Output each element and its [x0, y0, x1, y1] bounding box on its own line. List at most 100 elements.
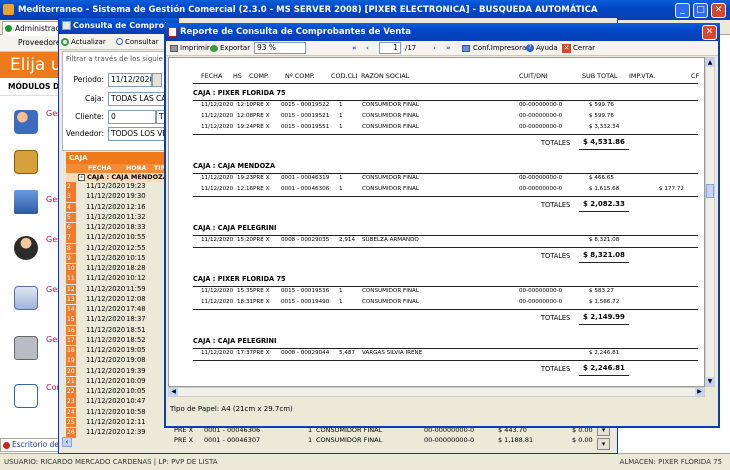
module-control[interactable]: Con	[6, 378, 66, 418]
help-icon: ?	[526, 44, 534, 52]
cell-total: $ 1,188.81	[498, 436, 534, 444]
table-row[interactable]: 16 11/12/2020 18:51	[66, 325, 168, 335]
expand-icon[interactable]: -	[78, 174, 85, 181]
table-row[interactable]: 13 11/12/2020 12:08	[66, 294, 168, 305]
table-row[interactable]: 25 11/12/2020 12:11	[66, 417, 168, 428]
conf-impresora-button[interactable]: Conf.Impresora	[462, 41, 526, 56]
scroll-up-arrow[interactable]: ▲	[706, 58, 714, 67]
table-row[interactable]: 23 11/12/2020 10:47	[66, 397, 168, 407]
module-proveedores[interactable]: Ges Pro	[6, 104, 68, 144]
cell-hora: 19:08	[126, 356, 146, 365]
module-inventario[interactable]	[6, 144, 66, 184]
totals-rule	[193, 360, 698, 361]
table-row[interactable]: 3 11/12/2020 19:30	[66, 192, 168, 202]
col-hora[interactable]: HORA	[126, 164, 146, 173]
report-vscrollbar[interactable]: ▲ ▼	[705, 57, 715, 387]
table-row[interactable]: 4 11/12/2020 12:16	[66, 202, 168, 212]
zoom-select[interactable]: 93 %	[254, 42, 306, 54]
cell-hora: 18:37	[126, 315, 146, 324]
report-header-row: FECHA HS COMP. Nº.COMP. COD.CLI RAZON SOCIAL C…	[169, 72, 704, 82]
scroll-left-arrow[interactable]: ◀	[169, 388, 178, 396]
section-total: $ 2,246.81	[583, 364, 625, 372]
table-row[interactable]: 7 11/12/2020 10:55	[66, 233, 168, 243]
col-fecha[interactable]: FECHA	[88, 164, 111, 173]
cliente-input[interactable]: 0	[108, 110, 156, 124]
prev-page-button[interactable]: ‹	[366, 41, 369, 56]
minimize-button[interactable]: _	[675, 3, 690, 18]
table-row[interactable]: 9 11/12/2020 10:15	[66, 253, 168, 264]
page-input[interactable]: 1	[379, 42, 401, 54]
grid-left-scroll[interactable]: ‹	[62, 437, 72, 447]
report-close-button[interactable]: ✕	[702, 25, 717, 40]
scroll-right-arrow[interactable]: ▶	[695, 388, 704, 396]
report-cell-ncomp: 0008 - 00029044	[281, 350, 330, 356]
cell-hora: 19:30	[126, 192, 146, 201]
table-row[interactable]: 17 11/12/2020 18:52	[66, 335, 168, 346]
table-row[interactable]: 20 11/12/2020 19:39	[66, 366, 168, 376]
scroll-down-arrow[interactable]: ▼	[706, 377, 714, 386]
report-row: 11/12/2020 15:35 PRE X 0015 - 00019536 1 CONS…	[169, 287, 689, 296]
imprimir-button[interactable]: Imprimir	[170, 41, 210, 56]
table-row[interactable]: 19 11/12/2020 19:08	[66, 356, 168, 366]
report-cell-ncomp: 0001 - 00046306	[281, 186, 330, 192]
cell-hora: 18:33	[126, 223, 146, 231]
module-seguridad[interactable]: Ges Seg	[6, 330, 68, 370]
caja-select[interactable]: TODAS LAS CAJA	[108, 92, 166, 106]
report-hscrollbar[interactable]: ◀ ▶	[168, 387, 705, 397]
cell-tipo: PRE X	[174, 436, 194, 444]
first-page-button[interactable]: «	[352, 41, 357, 56]
report-row: 11/12/2020 19:24 PRE X 0015 - 00019551 1 CONS…	[169, 123, 689, 132]
table-row[interactable]: 10 11/12/2020 18:28	[66, 264, 168, 274]
actualizar-button[interactable]: Actualizar	[59, 34, 109, 49]
maximize-button[interactable]: □	[693, 3, 708, 18]
row-number: 9	[66, 253, 76, 264]
report-row: 11/12/2020 12:16 PRE X 0001 - 00046306 1 CONS…	[169, 185, 689, 194]
table-row[interactable]: PRE X 0001 - 00046307 1 CONSUMIDOR FINAL 00-…	[168, 435, 608, 445]
cabinet-icon	[14, 286, 38, 310]
report-cell-fecha: 11/12/2020	[201, 237, 234, 243]
status-almacen: ALMACEN: PIXER FLORIDA 75	[619, 458, 722, 466]
consultar-button[interactable]: Consultar	[115, 34, 162, 49]
cerrar-button[interactable]: ✕ Cerrar	[562, 41, 595, 56]
module-caja[interactable]: Ges	[6, 184, 66, 224]
close-button[interactable]: ✕	[711, 3, 726, 18]
person-icon	[14, 236, 38, 260]
module-personal[interactable]: Ges Per	[6, 230, 68, 270]
table-row[interactable]: 5 11/12/2020 11:32	[66, 212, 168, 223]
table-row[interactable]: 22 11/12/2020 10:05	[66, 387, 168, 397]
table-row[interactable]: 6 11/12/2020 18:33	[66, 223, 168, 233]
group-row[interactable]: - CAJA : CAJA MENDOZA	[66, 173, 168, 182]
last-page-button[interactable]: »	[446, 41, 451, 56]
table-row[interactable]: 12 11/12/2020 11:59	[66, 284, 168, 294]
report-cell-cli: 1	[339, 186, 343, 192]
grid-dropdown-2[interactable]: ▾	[597, 438, 610, 450]
report-cell-fecha: 11/12/2020	[201, 113, 234, 119]
table-row[interactable]: 18 11/12/2020 19:05	[66, 346, 168, 356]
table-row[interactable]: 2 11/12/2020 19:23	[66, 182, 168, 192]
next-page-button[interactable]: ›	[433, 41, 436, 56]
grid-rows: 2 11/12/2020 19:23 3 11/12/2020 19:30 4 11/12/2…	[66, 182, 168, 438]
report-cell-razon: CONSUMIDOR FINAL	[362, 102, 419, 108]
table-row[interactable]: 21 11/12/2020 10:09	[66, 376, 168, 387]
cell-fecha: 11/12/2020	[86, 202, 126, 211]
periodo-input[interactable]: 11/12/2020	[108, 73, 152, 87]
header-hs: HS	[233, 72, 242, 80]
table-row[interactable]: 8 11/12/2020 12:55	[66, 243, 168, 253]
calendar-icon[interactable]	[152, 73, 162, 87]
exportar-button[interactable]: Exportar	[210, 41, 250, 56]
report-row: 11/12/2020 19:23 PRE X 0001 - 00046319 1 CONS…	[169, 174, 689, 183]
desktop-tab-label: Escritorio de	[12, 440, 59, 449]
table-row[interactable]: 11 11/12/2020 10:12	[66, 274, 168, 284]
cell-hora: 11:59	[126, 284, 146, 293]
module-ficheros[interactable]: Ges Fic	[6, 280, 68, 320]
table-row[interactable]: 15 11/12/2020 18:37	[66, 315, 168, 325]
table-row[interactable]: 14 11/12/2020 17:48	[66, 305, 168, 315]
report-row: 11/12/2020 18:31 PRE X 0015 - 00019490 1 CONS…	[169, 298, 689, 307]
table-row[interactable]: 24 11/12/2020 10:58	[66, 407, 168, 417]
caja-group-header: CAJA	[66, 152, 168, 164]
ayuda-button[interactable]: ? Ayuda	[526, 41, 558, 56]
cell-hora: 10:58	[126, 407, 146, 416]
table-row[interactable]: 26 11/12/2020 12:39	[66, 428, 168, 438]
scroll-thumb[interactable]	[706, 184, 714, 198]
vendedor-select[interactable]: TODOS LOS VEN	[108, 127, 166, 141]
